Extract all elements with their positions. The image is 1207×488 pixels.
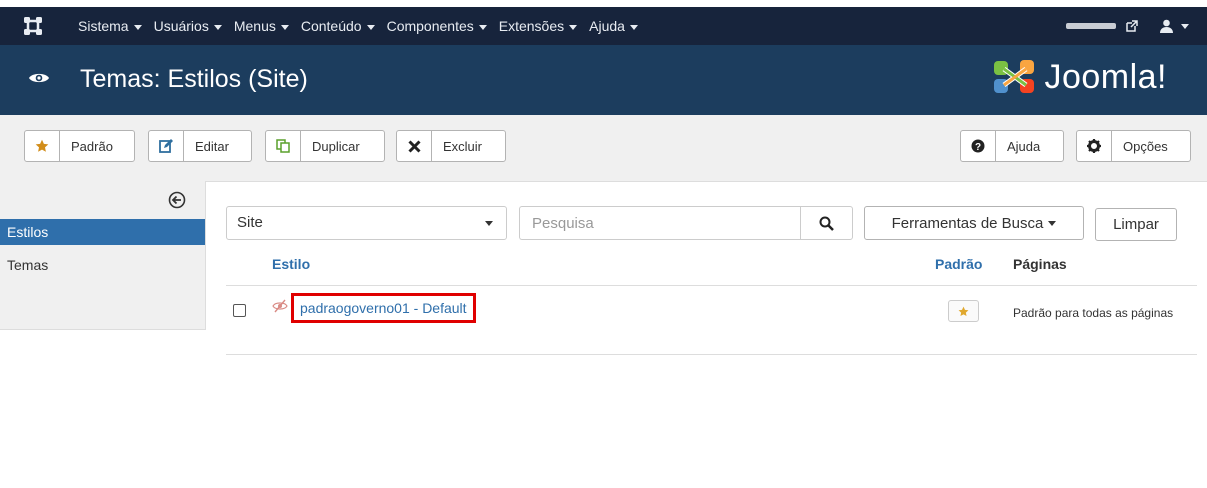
chevron-down-icon bbox=[280, 24, 289, 30]
collapse-sidebar-icon[interactable] bbox=[168, 191, 186, 209]
menu-menus[interactable]: Menus bbox=[234, 18, 289, 34]
toolbar: Padrão Editar Duplicar Excluir ? Ajuda O… bbox=[0, 115, 1207, 182]
star-icon bbox=[25, 131, 60, 161]
delete-button[interactable]: Excluir bbox=[396, 130, 506, 162]
clear-button[interactable]: Limpar bbox=[1095, 208, 1177, 241]
menu-conteudo[interactable]: Conteúdo bbox=[301, 18, 375, 34]
sidebar: Estilos Temas bbox=[0, 181, 206, 330]
duplicate-button[interactable]: Duplicar bbox=[265, 130, 385, 162]
user-icon bbox=[1160, 19, 1173, 33]
main-menu: Sistema Usuários Menus Conteúdo Componen… bbox=[78, 7, 650, 45]
joomla-logo-icon[interactable] bbox=[22, 15, 44, 37]
user-menu[interactable] bbox=[1160, 19, 1189, 33]
menu-sistema[interactable]: Sistema bbox=[78, 18, 142, 34]
chevron-down-icon bbox=[1181, 23, 1189, 29]
chevron-down-icon bbox=[133, 24, 142, 30]
chevron-down-icon bbox=[569, 24, 578, 30]
page-header: Temas: Estilos (Site) Joomla! bbox=[0, 45, 1207, 115]
row-checkbox[interactable] bbox=[233, 304, 246, 317]
joomla-brand-text: Joomla! bbox=[1044, 57, 1167, 96]
menu-extensoes[interactable]: Extensões bbox=[499, 18, 578, 34]
table-divider bbox=[226, 354, 1197, 355]
sidebar-item-temas[interactable]: Temas bbox=[0, 252, 205, 278]
help-button[interactable]: ? Ajuda bbox=[960, 130, 1064, 162]
question-icon: ? bbox=[961, 131, 996, 161]
search-button[interactable] bbox=[800, 206, 853, 240]
eye-slash-icon bbox=[272, 299, 288, 313]
admin-navbar: Sistema Usuários Menus Conteúdo Componen… bbox=[0, 7, 1207, 45]
chevron-down-icon bbox=[478, 24, 487, 30]
options-button[interactable]: Opções bbox=[1076, 130, 1191, 162]
sidebar-item-estilos[interactable]: Estilos bbox=[0, 219, 205, 245]
column-header-default[interactable]: Padrão bbox=[935, 256, 982, 272]
navbar-right bbox=[1066, 7, 1189, 45]
search-icon bbox=[819, 216, 834, 231]
close-icon bbox=[397, 131, 432, 161]
column-header-style[interactable]: Estilo bbox=[272, 256, 310, 272]
chevron-down-icon bbox=[472, 207, 506, 239]
joomla-logo-icon bbox=[994, 60, 1035, 93]
chevron-down-icon bbox=[213, 24, 222, 30]
style-link[interactable]: padraogoverno01 - Default bbox=[291, 293, 476, 323]
chevron-down-icon bbox=[366, 24, 375, 30]
site-name-link[interactable] bbox=[1066, 23, 1116, 29]
table-divider bbox=[226, 285, 1197, 286]
search-tools-button[interactable]: Ferramentas de Busca bbox=[864, 206, 1084, 240]
edit-icon bbox=[149, 131, 184, 161]
gear-icon bbox=[1077, 131, 1112, 161]
pages-value: Padrão para todas as páginas bbox=[1013, 306, 1174, 320]
star-icon bbox=[958, 306, 969, 316]
top-strip bbox=[0, 0, 1207, 7]
svg-text:?: ? bbox=[975, 142, 981, 153]
search-input[interactable] bbox=[530, 207, 794, 239]
external-link-icon[interactable] bbox=[1126, 20, 1138, 32]
eye-icon bbox=[29, 73, 49, 83]
column-header-pages: Páginas bbox=[1013, 256, 1067, 272]
default-star-button[interactable] bbox=[948, 300, 979, 322]
edit-button[interactable]: Editar bbox=[148, 130, 252, 162]
joomla-brand: Joomla! bbox=[992, 57, 1167, 97]
menu-usuarios[interactable]: Usuários bbox=[154, 18, 222, 34]
page-title: Temas: Estilos (Site) bbox=[80, 65, 308, 93]
default-button[interactable]: Padrão bbox=[24, 130, 135, 162]
menu-componentes[interactable]: Componentes bbox=[387, 18, 487, 34]
menu-ajuda[interactable]: Ajuda bbox=[589, 18, 638, 34]
client-select[interactable]: Site bbox=[226, 206, 507, 240]
chevron-down-icon bbox=[1048, 220, 1057, 226]
chevron-down-icon bbox=[629, 24, 638, 30]
search-field bbox=[519, 206, 801, 240]
copy-icon bbox=[266, 131, 301, 161]
